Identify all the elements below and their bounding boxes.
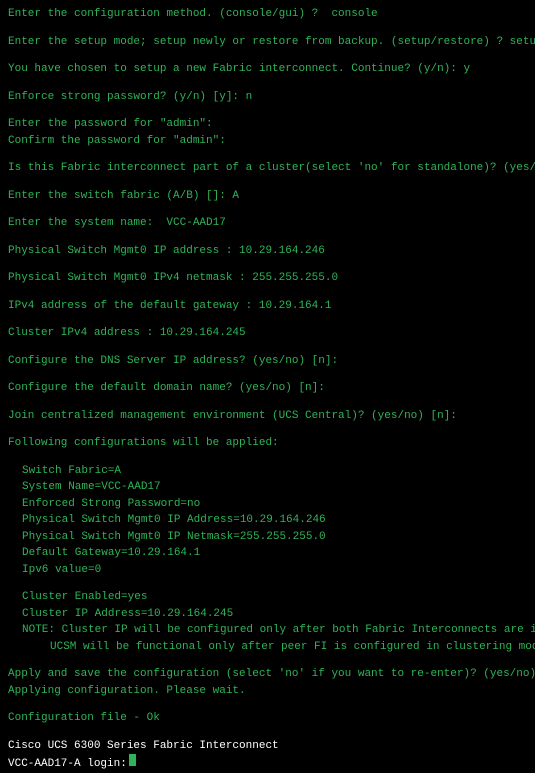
config-line: Cluster IP Address=10.29.164.245 bbox=[8, 606, 527, 623]
terminal-line: Applying configuration. Please wait. bbox=[8, 683, 527, 700]
terminal-line: Enforce strong password? (y/n) [y]: n bbox=[8, 89, 527, 106]
terminal-line: Physical Switch Mgmt0 IP address : 10.29… bbox=[8, 243, 527, 260]
terminal-line: Enter the configuration method. (console… bbox=[8, 6, 527, 23]
blank-line bbox=[8, 342, 527, 353]
blank-line bbox=[8, 105, 527, 116]
config-line: System Name=VCC-AAD17 bbox=[8, 479, 527, 496]
blank-line bbox=[8, 452, 527, 463]
terminal-line: Enter the password for "admin": bbox=[8, 116, 527, 133]
terminal-line: Enter the setup mode; setup newly or res… bbox=[8, 34, 527, 51]
blank-line bbox=[8, 727, 527, 738]
terminal-line: Configuration file - Ok bbox=[8, 710, 527, 727]
cursor-icon bbox=[129, 754, 136, 766]
config-line: Ipv6 value=0 bbox=[8, 562, 527, 579]
config-line: Default Gateway=10.29.164.1 bbox=[8, 545, 527, 562]
terminal-line: Confirm the password for "admin": bbox=[8, 133, 527, 150]
banner-line: Cisco UCS 6300 Series Fabric Interconnec… bbox=[8, 738, 527, 755]
blank-line bbox=[8, 424, 527, 435]
blank-line bbox=[8, 232, 527, 243]
terminal-line: Join centralized management environment … bbox=[8, 408, 527, 425]
blank-line bbox=[8, 50, 527, 61]
note-line: UCSM will be functional only after peer … bbox=[8, 639, 527, 656]
terminal-line: Cluster IPv4 address : 10.29.164.245 bbox=[8, 325, 527, 342]
config-line: Physical Switch Mgmt0 IP Netmask=255.255… bbox=[8, 529, 527, 546]
blank-line bbox=[8, 397, 527, 408]
config-line: Enforced Strong Password=no bbox=[8, 496, 527, 513]
config-line: Physical Switch Mgmt0 IP Address=10.29.1… bbox=[8, 512, 527, 529]
terminal-line: Is this Fabric interconnect part of a cl… bbox=[8, 160, 527, 177]
blank-line bbox=[8, 314, 527, 325]
blank-line bbox=[8, 204, 527, 215]
blank-line bbox=[8, 699, 527, 710]
blank-line bbox=[8, 177, 527, 188]
terminal-line: Enter the switch fabric (A/B) []: A bbox=[8, 188, 527, 205]
terminal-line: Configure the default domain name? (yes/… bbox=[8, 380, 527, 397]
blank-line bbox=[8, 578, 527, 589]
note-line: NOTE: Cluster IP will be configured only… bbox=[8, 622, 527, 639]
login-prompt: VCC-AAD17-A login: bbox=[8, 756, 127, 773]
terminal-line: IPv4 address of the default gateway : 10… bbox=[8, 298, 527, 315]
terminal-line: Configure the DNS Server IP address? (ye… bbox=[8, 353, 527, 370]
blank-line bbox=[8, 287, 527, 298]
config-line: Cluster Enabled=yes bbox=[8, 589, 527, 606]
blank-line bbox=[8, 78, 527, 89]
blank-line bbox=[8, 655, 527, 666]
terminal-line: Physical Switch Mgmt0 IPv4 netmask : 255… bbox=[8, 270, 527, 287]
config-line: Switch Fabric=A bbox=[8, 463, 527, 480]
blank-line bbox=[8, 259, 527, 270]
terminal-line: You have chosen to setup a new Fabric in… bbox=[8, 61, 527, 78]
terminal-line: Enter the system name: VCC-AAD17 bbox=[8, 215, 527, 232]
blank-line bbox=[8, 149, 527, 160]
blank-line bbox=[8, 369, 527, 380]
login-prompt-row[interactable]: VCC-AAD17-A login: bbox=[8, 754, 527, 773]
terminal-line: Apply and save the configuration (select… bbox=[8, 666, 527, 683]
terminal-line: Following configurations will be applied… bbox=[8, 435, 527, 452]
blank-line bbox=[8, 23, 527, 34]
